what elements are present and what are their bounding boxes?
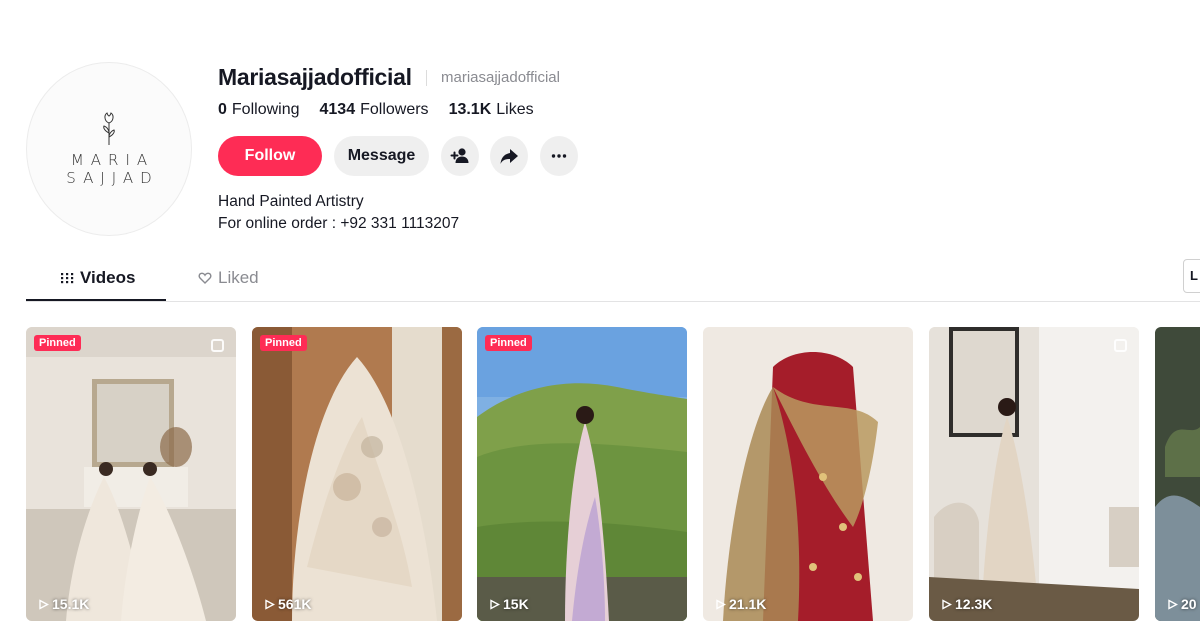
profile-tabs: Videos Liked (26, 262, 1200, 302)
video-thumbnail (1155, 327, 1200, 621)
multi-photo-icon (1114, 339, 1127, 352)
share-icon (500, 149, 518, 164)
likes-count: 13.1K (448, 101, 492, 118)
tab-videos[interactable]: Videos (60, 268, 135, 288)
video-card[interactable]: 12.3K (929, 327, 1139, 621)
pinned-badge: Pinned (260, 335, 307, 351)
view-count: 21.1K (715, 596, 766, 612)
stat-following[interactable]: 0 Following (218, 101, 300, 119)
bio-line-2: For online order : +92 331 1113207 (218, 215, 460, 232)
tab-liked-label: Liked (218, 268, 259, 287)
profile-display-name: Mariasajjadofficial (218, 64, 412, 90)
avatar-logo-text-line1: MARIA (70, 151, 155, 169)
message-button[interactable]: Message (334, 136, 429, 176)
view-count-label: 12.3K (955, 596, 993, 612)
play-icon (716, 598, 726, 610)
profile-bio: Hand Painted Artistry For online order :… (218, 191, 459, 235)
likes-label: Likes (496, 101, 534, 118)
stat-followers[interactable]: 4134 Followers (320, 101, 429, 119)
share-button[interactable] (490, 136, 528, 176)
grid-icon (61, 273, 74, 284)
tab-videos-label: Videos (80, 268, 136, 287)
view-count: 15K (489, 596, 529, 612)
view-count-label: 15K (503, 596, 529, 612)
view-count: 15.1K (38, 596, 89, 612)
active-tab-indicator (26, 299, 166, 301)
name-separator (426, 70, 427, 86)
video-card[interactable]: Pinned 15K (477, 327, 687, 621)
add-friend-icon (450, 148, 469, 163)
add-friend-button[interactable] (441, 136, 479, 176)
video-thumbnail (477, 327, 687, 621)
view-count: 12.3K (941, 596, 992, 612)
following-count: 0 (218, 101, 227, 118)
following-label: Following (231, 101, 300, 118)
view-count: 20 (1167, 596, 1197, 612)
video-card[interactable]: Pinned 15.1K (26, 327, 236, 621)
play-icon (942, 598, 952, 610)
more-icon (551, 154, 567, 158)
video-card[interactable]: 21.1K (703, 327, 913, 621)
view-count: 561K (264, 596, 311, 612)
bio-line-1: Hand Painted Artistry (218, 193, 364, 210)
follow-button[interactable]: Follow (218, 136, 322, 176)
view-count-label: 561K (278, 596, 312, 612)
followers-label: Followers (360, 101, 429, 118)
video-card[interactable]: Pinned 561K (252, 327, 462, 621)
avatar-logo-text-line2: SAJJAD (66, 169, 159, 187)
heart-lock-icon (198, 272, 212, 284)
profile-stats: 0 Following 4134 Followers 13.1K Likes (218, 101, 534, 119)
video-thumbnail (252, 327, 462, 621)
view-count-label: 20 (1181, 596, 1197, 612)
edge-cutoff-button[interactable]: L (1183, 259, 1200, 293)
multi-photo-icon (211, 339, 224, 352)
more-options-button[interactable] (540, 136, 578, 176)
pinned-badge: Pinned (485, 335, 532, 351)
video-thumbnail (26, 327, 236, 621)
view-count-label: 21.1K (729, 596, 767, 612)
stat-likes: 13.1K Likes (449, 101, 534, 119)
avatar[interactable]: MARIA SAJJAD (26, 62, 192, 236)
play-icon (490, 598, 500, 610)
flower-logo-icon (103, 112, 115, 145)
play-icon (265, 598, 275, 610)
pinned-badge: Pinned (34, 335, 81, 351)
followers-count: 4134 (319, 101, 356, 118)
play-icon (39, 598, 49, 610)
view-count-label: 15.1K (52, 596, 90, 612)
tab-liked[interactable]: Liked (198, 268, 259, 288)
video-thumbnail (703, 327, 913, 621)
profile-username: mariasajjadofficial (441, 69, 560, 86)
video-card[interactable]: 20 (1155, 327, 1200, 621)
video-thumbnail (929, 327, 1139, 621)
play-icon (1168, 598, 1178, 610)
